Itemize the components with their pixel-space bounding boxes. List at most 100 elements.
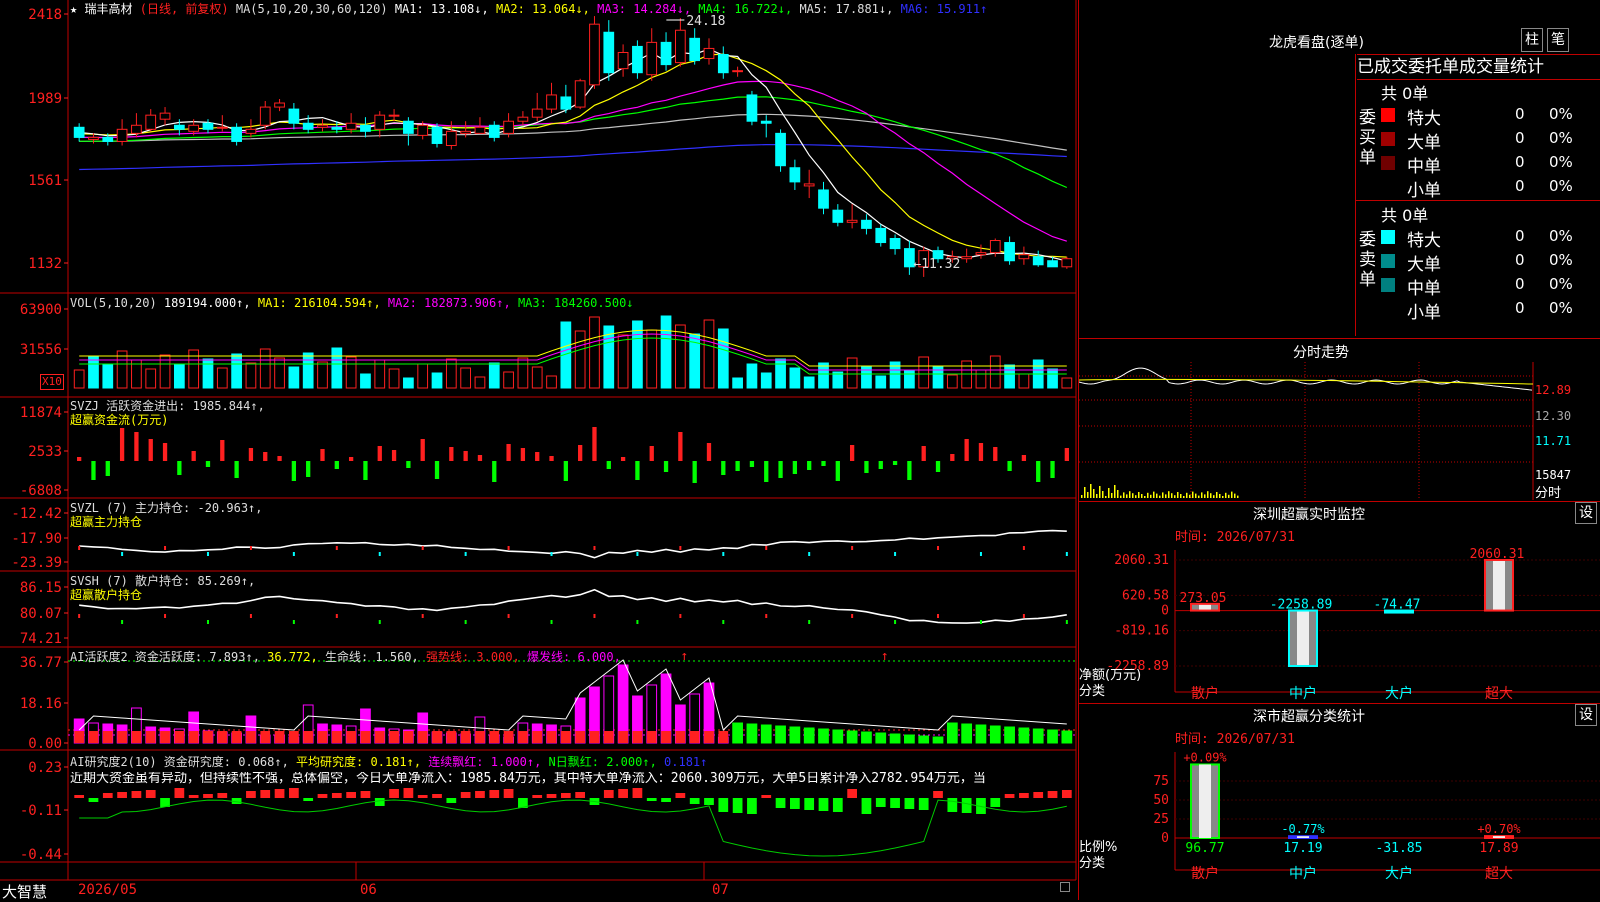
tab-orders[interactable]: 委托单	[1408, 57, 1459, 77]
activity-base-red	[374, 731, 385, 743]
position-tick	[722, 620, 725, 624]
class-value-label: 17.89	[1479, 841, 1518, 856]
activity-base-red	[117, 731, 127, 743]
order-row[interactable]: 中单 0 0%	[1381, 274, 1600, 299]
intraday-chart[interactable]	[1079, 362, 1600, 502]
fund-inflow-bar	[277, 456, 282, 461]
candle-up	[732, 70, 743, 73]
svsh-panel[interactable]	[78, 588, 1068, 624]
volume-bar-down	[488, 362, 500, 389]
order-row[interactable]: 中单 0 0%	[1381, 152, 1600, 177]
sz-class-chart[interactable]: 75 50 25 0 +0.09% 96.77 散户 -0.77% 17.19 中户 -31.85 大…	[1079, 744, 1600, 900]
activity-base-red	[503, 731, 514, 743]
volume-panel[interactable]	[73, 315, 1073, 389]
kline-grid	[0, 0, 1077, 881]
volume-bar-down	[932, 365, 944, 389]
position-tick	[335, 614, 338, 618]
candle-up	[460, 130, 472, 134]
svzj-panel[interactable]	[77, 427, 1069, 483]
ma3-line	[79, 80, 1067, 242]
research-bar-red	[933, 791, 943, 798]
tab-volume-stats[interactable]: 成交量统计	[1459, 57, 1544, 77]
order-row[interactable]: 特大 0 0%	[1381, 226, 1600, 251]
candle-down	[403, 120, 414, 134]
class-top-label: +0.70%	[1477, 822, 1521, 836]
activity-base-red	[346, 731, 356, 743]
period-label[interactable]: (日线, 前复权)	[140, 2, 229, 16]
intraday-vol-tag: 分时	[1535, 486, 1562, 501]
date-axis: 大智慧 2026/05 06 07	[0, 880, 1078, 901]
volume-bar-up	[703, 319, 715, 389]
fund-outflow-bar	[663, 461, 669, 472]
vol-unit-badge[interactable]: X10	[40, 374, 64, 390]
favorite-star-icon[interactable]: ★	[70, 2, 77, 16]
leg-ai1-item: 36.772,	[267, 650, 325, 664]
tab-filled[interactable]: 已成交	[1357, 57, 1408, 77]
volume-bar-up	[245, 362, 257, 389]
sz-class-settings-button[interactable]: 设	[1575, 704, 1597, 726]
candle-down	[302, 122, 314, 130]
order-row[interactable]: 大单 0 0%	[1381, 250, 1600, 275]
brand-label: 大智慧	[2, 883, 48, 901]
fund-inflow-bar	[921, 446, 926, 461]
order-percent: 0%	[1549, 251, 1573, 269]
fund-outflow-bar	[721, 461, 726, 475]
activity-bar-cool	[818, 728, 829, 744]
candle-down	[360, 124, 371, 132]
order-row[interactable]: 大单 0 0%	[1381, 128, 1600, 153]
monitor-category: 大户	[1385, 685, 1413, 702]
activity-base-red	[74, 731, 85, 743]
tick-mode-button[interactable]: 笔	[1547, 28, 1569, 52]
fund-outflow-bar	[878, 461, 883, 469]
right-sidebar: 龙虎看盘(逐单) 柱 笔 已成交委托单成交量统计 委买单 委卖单 共 0单 共 …	[1078, 0, 1600, 900]
sz-monitor-chart[interactable]: 2060.31620.580-819.16-2258.89273.05散户-22…	[1079, 540, 1600, 702]
sz-class-axis-title: 比例% 分类	[1079, 840, 1117, 872]
research-bar-red	[503, 789, 514, 798]
ma2-line	[79, 53, 1067, 258]
candle-down	[875, 227, 887, 244]
leg-ai1-item: 强势线: 3.000,	[425, 650, 528, 664]
position-tick	[121, 552, 124, 556]
volume-bar-up	[317, 361, 328, 389]
svzl-panel[interactable]	[78, 529, 1068, 559]
research-bar-red	[532, 795, 543, 798]
order-row[interactable]: 小单 0 0%	[1381, 176, 1600, 201]
activity-bar-cool	[746, 723, 758, 744]
fund-outflow-bar	[1036, 461, 1041, 482]
activity-bar-cool	[846, 730, 858, 744]
intraday-volume-bar	[1156, 493, 1158, 498]
candle-up	[517, 116, 529, 122]
volume-bar-down	[875, 375, 887, 389]
volume-bar-up	[145, 368, 157, 389]
sz-monitor-settings-button[interactable]: 设	[1575, 502, 1597, 524]
y-tick-label: -0.44	[20, 847, 62, 863]
research-bar-red	[1047, 791, 1058, 798]
order-row[interactable]: 小单 0 0%	[1381, 298, 1600, 323]
intraday-top-border	[1079, 338, 1600, 339]
leg-ai2-item: AI研究度2(10) 资金研究度: 0.068↑,	[70, 755, 297, 769]
order-row[interactable]: 特大 0 0%	[1381, 104, 1600, 129]
bar-mode-button[interactable]: 柱	[1521, 28, 1543, 52]
activity-base-red	[102, 731, 113, 743]
fund-outflow-bar	[363, 461, 368, 480]
position-tick	[378, 552, 381, 556]
position-tick	[421, 546, 424, 550]
activity-bar-cool	[889, 733, 901, 744]
candle-up	[274, 102, 285, 108]
y-tick-label: 11874	[20, 405, 62, 421]
lock-icon[interactable]	[1060, 882, 1070, 892]
candle-up	[245, 128, 257, 134]
research-bar-red	[618, 789, 628, 798]
activity-base-red	[718, 731, 729, 743]
price-panel[interactable]: 24.18 ←11.32	[73, 14, 1073, 277]
dragon-divider	[1355, 54, 1356, 336]
research-bar-red	[174, 788, 185, 798]
candle-up	[703, 47, 715, 60]
position-tick	[765, 614, 768, 618]
research-bar-red	[260, 790, 271, 798]
ai-research-panel[interactable]	[74, 788, 1072, 857]
fund-inflow-bar	[592, 427, 597, 461]
candle-up	[388, 114, 400, 117]
research-bar-red	[289, 788, 299, 798]
ma4-line	[79, 96, 1068, 189]
